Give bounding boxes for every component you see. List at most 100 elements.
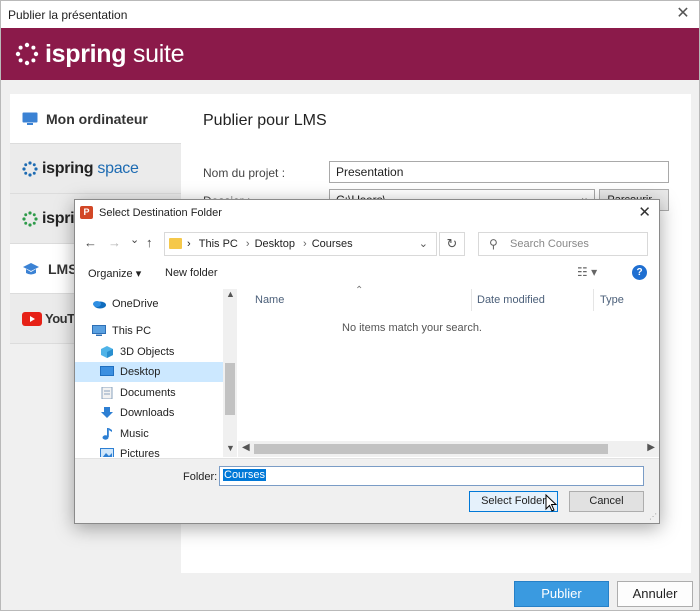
column-header-type[interactable]: Type bbox=[600, 289, 624, 311]
page-title: Publier pour LMS bbox=[203, 112, 327, 129]
search-input[interactable]: ⚲ Search Courses bbox=[478, 232, 648, 256]
scrollbar-thumb[interactable] bbox=[225, 363, 235, 415]
new-folder-button[interactable]: New folder bbox=[165, 267, 218, 279]
search-icon: ⚲ bbox=[489, 237, 498, 251]
brand-header: ispring suite bbox=[1, 28, 699, 80]
project-name-label: Nom du projet : bbox=[203, 166, 286, 180]
monitor-icon bbox=[22, 112, 38, 125]
tree-item-label: Downloads bbox=[120, 407, 175, 419]
column-header-name[interactable]: Name bbox=[255, 289, 284, 311]
pictures-icon bbox=[100, 448, 114, 457]
scroll-down-icon[interactable]: ▼ bbox=[226, 443, 235, 453]
organize-menu[interactable]: Organize ▾ bbox=[88, 267, 141, 280]
file-list: ⌃ Name Date modified Type No items match… bbox=[238, 285, 659, 457]
ispring-suite-logo: ispring suite bbox=[15, 39, 185, 69]
tree-item-label: Desktop bbox=[120, 366, 161, 378]
dialog-toolbar: Organize ▾ New folder ☷ ▾ ? bbox=[75, 261, 659, 287]
tree-item-label: 3D Objects bbox=[120, 346, 175, 358]
folder-name-label: Folder: bbox=[183, 471, 218, 483]
search-placeholder: Search Courses bbox=[510, 238, 589, 250]
brand-name: ispring suite bbox=[45, 39, 185, 69]
dialog-cancel-button[interactable]: Cancel bbox=[569, 491, 644, 512]
dialog-close-icon[interactable]: ✕ bbox=[638, 203, 651, 221]
tree-item-downloads[interactable]: Downloads bbox=[75, 403, 223, 423]
powerpoint-icon: P bbox=[80, 206, 93, 219]
scroll-left-icon[interactable]: ◀ bbox=[242, 442, 250, 453]
window-title: Publier la présentation bbox=[8, 8, 128, 22]
empty-state-message: No items match your search. bbox=[342, 322, 482, 334]
window-close-icon[interactable]: ✕ bbox=[673, 4, 693, 24]
sidebar-item-ispring-space[interactable]: ispring space bbox=[10, 144, 181, 194]
folder-name-selected-text: Courses bbox=[223, 469, 266, 481]
select-folder-dialog: P Select Destination Folder ✕ ← → ⌄ ↑ › … bbox=[74, 199, 660, 524]
sidebar-item-label: ispri bbox=[42, 209, 75, 227]
breadcrumb-desktop[interactable]: Desktop bbox=[255, 238, 295, 250]
project-name-input[interactable]: Presentation bbox=[329, 161, 669, 183]
publish-button[interactable]: Publier bbox=[514, 581, 609, 607]
chevron-down-icon[interactable]: ⌄ bbox=[419, 237, 428, 250]
tree-item-3d-objects[interactable]: 3D Objects bbox=[75, 342, 223, 362]
back-icon[interactable]: ← bbox=[84, 235, 97, 250]
refresh-icon[interactable]: ↻ bbox=[439, 232, 465, 256]
music-icon bbox=[102, 428, 112, 440]
column-divider[interactable] bbox=[593, 289, 594, 311]
tree-item-onedrive[interactable]: OneDrive bbox=[75, 294, 223, 314]
breadcrumb-sep: › bbox=[245, 238, 250, 250]
tree-scrollbar[interactable]: ▲ ▼ bbox=[223, 289, 237, 457]
sidebar-item-label: Mon ordinateur bbox=[46, 110, 148, 127]
sidebar-brand-bold: ispring bbox=[42, 159, 94, 177]
breadcrumb: › This PC › Desktop › Courses bbox=[187, 238, 353, 250]
document-icon bbox=[101, 387, 113, 399]
computer-icon bbox=[92, 325, 106, 336]
forward-icon[interactable]: → bbox=[108, 235, 121, 250]
sort-ascending-icon: ⌃ bbox=[355, 285, 364, 296]
tree-item-desktop[interactable]: Desktop bbox=[75, 362, 223, 382]
up-icon[interactable]: ↑ bbox=[146, 235, 153, 250]
list-horizontal-scrollbar[interactable]: ◀ ▶ bbox=[238, 441, 659, 457]
graduation-cap-icon bbox=[23, 262, 39, 274]
download-icon bbox=[101, 407, 113, 418]
dialog-title: Select Destination Folder bbox=[99, 207, 222, 219]
window-titlebar: Publier la présentation ✕ bbox=[1, 1, 699, 28]
help-icon[interactable]: ? bbox=[632, 265, 647, 280]
folder-name-input[interactable]: Courses bbox=[219, 466, 644, 486]
tree-item-label: Pictures bbox=[120, 448, 160, 457]
tree-item-documents[interactable]: Documents bbox=[75, 383, 223, 403]
breadcrumb-sep: › bbox=[303, 238, 307, 250]
cancel-button[interactable]: Annuler bbox=[617, 581, 693, 607]
dialog-nav-row: ← → ⌄ ↑ › This PC › Desktop › Courses ⌄ ↻ … bbox=[75, 230, 659, 258]
dialog-footer: Folder: Courses Select Folder Cancel ⋰ bbox=[75, 458, 659, 523]
breadcrumb-this-pc[interactable]: This PC bbox=[199, 238, 238, 250]
sidebar-item-mon-ordinateur[interactable]: Mon ordinateur bbox=[10, 94, 181, 144]
view-options-icon[interactable]: ☷ ▾ bbox=[577, 265, 597, 279]
sidebar-item-label: ispring space bbox=[42, 160, 139, 178]
ispring-logo-icon bbox=[22, 210, 38, 227]
mouse-cursor-icon bbox=[545, 494, 558, 512]
cube-icon bbox=[101, 346, 113, 358]
folder-icon bbox=[169, 238, 182, 249]
tree-item-label: Music bbox=[120, 428, 149, 440]
scroll-up-icon[interactable]: ▲ bbox=[226, 289, 235, 299]
scrollbar-thumb[interactable] bbox=[254, 444, 608, 454]
tree-item-label: OneDrive bbox=[112, 298, 159, 310]
brand-name-bold: ispring bbox=[45, 39, 127, 68]
tree-item-music[interactable]: Music bbox=[75, 424, 223, 444]
sidebar-brand-light: space bbox=[93, 159, 139, 177]
column-divider[interactable] bbox=[471, 289, 472, 311]
scroll-right-icon[interactable]: ▶ bbox=[647, 442, 655, 453]
breadcrumb-sep: › bbox=[187, 238, 191, 250]
address-bar[interactable]: › This PC › Desktop › Courses ⌄ bbox=[164, 232, 437, 256]
brand-name-light: suite bbox=[126, 39, 185, 68]
navigation-tree: OneDrive This PC 3D Objects Desktop Docu… bbox=[75, 289, 237, 457]
column-header-date[interactable]: Date modified bbox=[477, 289, 545, 311]
resize-grip-icon[interactable]: ⋰ bbox=[649, 512, 657, 521]
recent-locations-icon[interactable]: ⌄ bbox=[130, 233, 139, 246]
desktop-icon bbox=[100, 366, 114, 376]
ispring-logo-icon bbox=[15, 42, 39, 66]
breadcrumb-courses[interactable]: Courses bbox=[312, 238, 353, 250]
tree-item-this-pc[interactable]: This PC bbox=[75, 321, 223, 341]
dialog-titlebar: P Select Destination Folder ✕ bbox=[75, 200, 659, 226]
tree-item-label: This PC bbox=[112, 325, 152, 337]
tree-item-pictures[interactable]: Pictures bbox=[75, 444, 223, 457]
onedrive-icon bbox=[93, 301, 106, 309]
